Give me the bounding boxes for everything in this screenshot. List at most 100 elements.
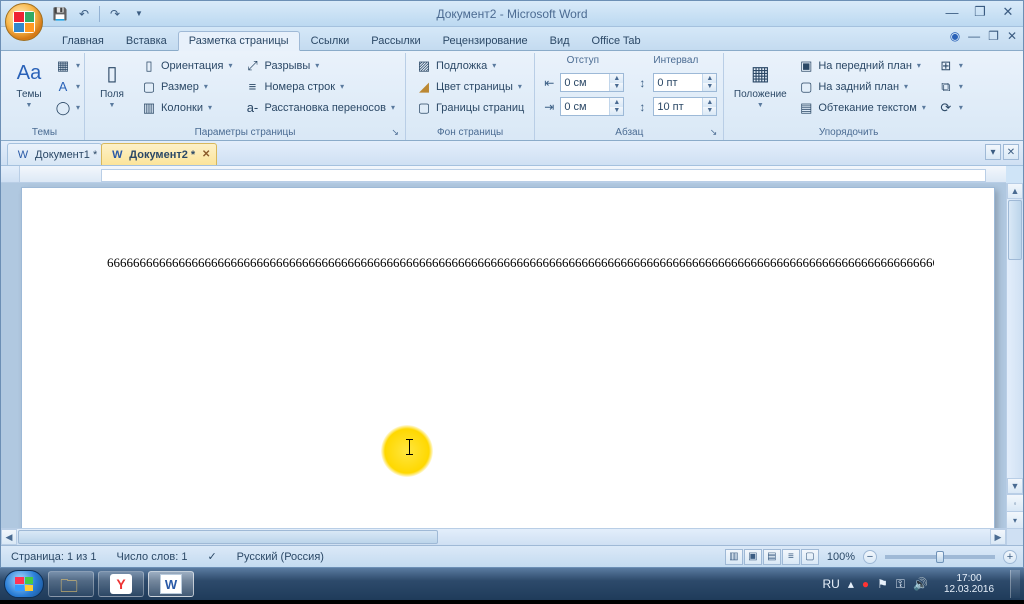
- tab-office-tab[interactable]: Office Tab: [581, 31, 652, 50]
- align-button[interactable]: ⊞▾: [934, 55, 967, 76]
- tab-close-all[interactable]: ✕: [1003, 144, 1019, 160]
- view-full-screen[interactable]: ▣: [744, 549, 762, 565]
- text-wrap-button[interactable]: ▤Обтекание текстом▾: [794, 97, 930, 118]
- scroll-right-button[interactable]: ▶: [990, 529, 1006, 545]
- undo-button[interactable]: ↶: [75, 5, 93, 23]
- tab-view[interactable]: Вид: [539, 31, 581, 50]
- columns-button[interactable]: ▥Колонки▾: [137, 97, 236, 118]
- horizontal-scrollbar[interactable]: ◀ ▶: [1, 528, 1006, 545]
- horizontal-ruler[interactable]: [1, 166, 1006, 183]
- doc-tab-2[interactable]: W Документ2 * ✕: [101, 143, 217, 165]
- line-numbers-button[interactable]: ≡Номера строк▾: [240, 76, 399, 97]
- document-body-text[interactable]: 6666666666666666666666666666666666666666…: [107, 254, 934, 272]
- hyphenation-button[interactable]: a-Расстановка переносов▾: [240, 97, 399, 118]
- start-button[interactable]: [4, 570, 44, 598]
- tray-clock[interactable]: 17:00 12.03.2016: [936, 573, 1002, 596]
- tray-safely-remove-icon[interactable]: ●: [862, 577, 869, 591]
- tab-list-dropdown[interactable]: ▾: [985, 144, 1001, 160]
- scroll-thumb[interactable]: [1008, 200, 1022, 260]
- spin-up[interactable]: ▲: [703, 74, 716, 83]
- tab-references[interactable]: Ссылки: [300, 31, 361, 50]
- orientation-button[interactable]: ▯Ориентация▾: [137, 55, 236, 76]
- breaks-button[interactable]: ⤢Разрывы▾: [240, 55, 399, 76]
- bring-front-button[interactable]: ▣На передний план▾: [794, 55, 930, 76]
- doc-tab-close[interactable]: ✕: [200, 149, 212, 161]
- help-icon[interactable]: ◉: [950, 29, 960, 43]
- indent-left-field[interactable]: ▲▼: [560, 73, 624, 92]
- doc-close-button[interactable]: ✕: [1007, 29, 1017, 43]
- margins-label: Поля: [100, 89, 124, 100]
- tray-action-center-icon[interactable]: ⚑: [877, 577, 888, 591]
- office-button[interactable]: [5, 3, 43, 41]
- spin-up[interactable]: ▲: [610, 74, 623, 83]
- view-web-layout[interactable]: ▤: [763, 549, 781, 565]
- scroll-down-button[interactable]: ▼: [1007, 478, 1023, 494]
- taskbar-explorer[interactable]: 🗀: [48, 571, 94, 597]
- spin-up[interactable]: ▲: [610, 98, 623, 107]
- paragraph-launcher[interactable]: ↘: [710, 127, 718, 138]
- send-back-button[interactable]: ▢На задний план▾: [794, 76, 930, 97]
- redo-button[interactable]: ↷: [106, 5, 124, 23]
- margins-button[interactable]: ▯ Поля ▼: [91, 55, 133, 126]
- group-button[interactable]: ⧉▾: [934, 76, 967, 97]
- next-page-button[interactable]: ▾: [1007, 511, 1023, 528]
- scroll-thumb[interactable]: [18, 530, 438, 544]
- prev-page-button[interactable]: ◦: [1007, 494, 1023, 511]
- indent-right-field[interactable]: ▲▼: [560, 97, 624, 116]
- minimize-button[interactable]: —: [943, 4, 961, 20]
- theme-effects-button[interactable]: ◯▾: [51, 97, 84, 118]
- space-before-field[interactable]: ▲▼: [653, 73, 717, 92]
- tray-hidden-icons[interactable]: ▴: [848, 577, 854, 591]
- view-outline[interactable]: ≡: [782, 549, 800, 565]
- tray-lang[interactable]: RU: [823, 577, 840, 591]
- show-desktop-button[interactable]: [1010, 570, 1020, 598]
- scroll-up-button[interactable]: ▲: [1007, 183, 1023, 199]
- tray-network-icon[interactable]: ⚿: [896, 577, 905, 592]
- zoom-level[interactable]: 100%: [827, 551, 855, 563]
- tab-home[interactable]: Главная: [51, 31, 115, 50]
- zoom-in-button[interactable]: +: [1003, 550, 1017, 564]
- taskbar-word[interactable]: W: [148, 571, 194, 597]
- status-word-count[interactable]: Число слов: 1: [113, 551, 192, 563]
- document-page[interactable]: 6666666666666666666666666666666666666666…: [21, 187, 995, 545]
- tab-mailings[interactable]: Рассылки: [360, 31, 431, 50]
- zoom-slider-knob[interactable]: [936, 551, 944, 563]
- size-button[interactable]: ▢Размер▾: [137, 76, 236, 97]
- view-draft[interactable]: ▢: [801, 549, 819, 565]
- doc-restore-button[interactable]: ❐: [988, 29, 999, 43]
- theme-fonts-button[interactable]: A▾: [51, 76, 84, 97]
- close-button[interactable]: ✕: [999, 4, 1017, 20]
- status-page[interactable]: Страница: 1 из 1: [7, 551, 101, 563]
- page-borders-button[interactable]: ▢Границы страниц: [412, 97, 528, 118]
- taskbar-yandex[interactable]: Y: [98, 571, 144, 597]
- zoom-slider[interactable]: [885, 555, 995, 559]
- view-print-layout[interactable]: ▥: [725, 549, 743, 565]
- qat-customize-dropdown[interactable]: ▼: [130, 5, 148, 23]
- tab-insert[interactable]: Вставка: [115, 31, 178, 50]
- theme-colors-button[interactable]: ▦▾: [51, 55, 84, 76]
- watermark-button[interactable]: ▨Подложка▾: [412, 55, 528, 76]
- vertical-scrollbar[interactable]: ▲ ▼ ◦ ▾: [1006, 183, 1023, 528]
- scroll-left-button[interactable]: ◀: [1, 529, 17, 545]
- spin-down[interactable]: ▼: [610, 83, 623, 92]
- space-after-field[interactable]: ▲▼: [653, 97, 717, 116]
- rotate-button[interactable]: ⟳▾: [934, 97, 967, 118]
- tab-review[interactable]: Рецензирование: [432, 31, 539, 50]
- page-setup-launcher[interactable]: ↘: [391, 127, 399, 138]
- page-color-button[interactable]: ◢Цвет страницы▾: [412, 76, 528, 97]
- restore-button[interactable]: ❐: [971, 4, 989, 20]
- spin-down[interactable]: ▼: [703, 107, 716, 116]
- themes-button[interactable]: Aa Темы ▼: [11, 55, 47, 126]
- spin-up[interactable]: ▲: [703, 98, 716, 107]
- tray-volume-icon[interactable]: 🔊: [913, 577, 928, 591]
- spin-down[interactable]: ▼: [610, 107, 623, 116]
- save-button[interactable]: 💾: [51, 5, 69, 23]
- position-button[interactable]: ▦ Положение ▼: [730, 55, 790, 126]
- spin-down[interactable]: ▼: [703, 83, 716, 92]
- status-proofing[interactable]: ✓: [203, 550, 220, 563]
- status-language[interactable]: Русский (Россия): [233, 551, 328, 563]
- zoom-out-button[interactable]: −: [863, 550, 877, 564]
- tab-page-layout[interactable]: Разметка страницы: [178, 31, 300, 51]
- doc-minimize-button[interactable]: —: [968, 29, 980, 43]
- doc-tab-1[interactable]: W Документ1 *: [7, 143, 102, 165]
